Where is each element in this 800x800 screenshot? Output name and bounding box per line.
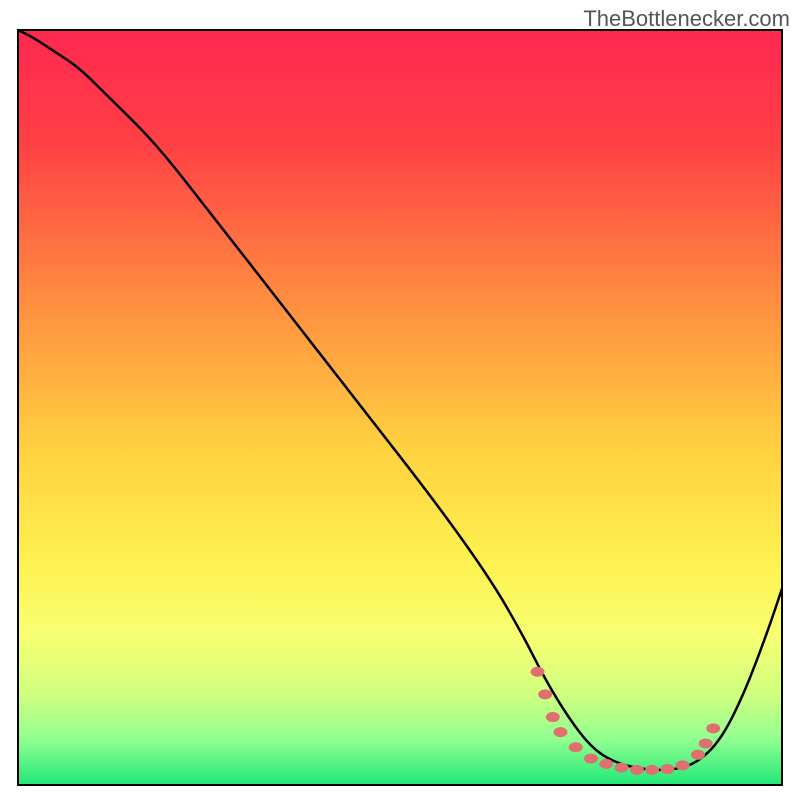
marker-dot — [645, 765, 659, 775]
marker-dot — [660, 764, 674, 774]
marker-dot — [569, 742, 583, 752]
marker-dot — [584, 754, 598, 764]
marker-dot — [630, 765, 644, 775]
bottleneck-chart — [0, 0, 800, 800]
marker-dot — [546, 712, 560, 722]
marker-dot — [691, 750, 705, 760]
watermark-label: TheBottlenecker.com — [583, 6, 790, 32]
marker-dot — [699, 738, 713, 748]
marker-dot — [553, 727, 567, 737]
gradient-background — [18, 30, 782, 785]
marker-dot — [531, 667, 545, 677]
marker-dot — [615, 763, 629, 773]
marker-dot — [706, 723, 720, 733]
chart-container: TheBottlenecker.com — [0, 0, 800, 800]
marker-dot — [599, 759, 613, 769]
marker-dot — [538, 689, 552, 699]
marker-dot — [676, 760, 690, 770]
